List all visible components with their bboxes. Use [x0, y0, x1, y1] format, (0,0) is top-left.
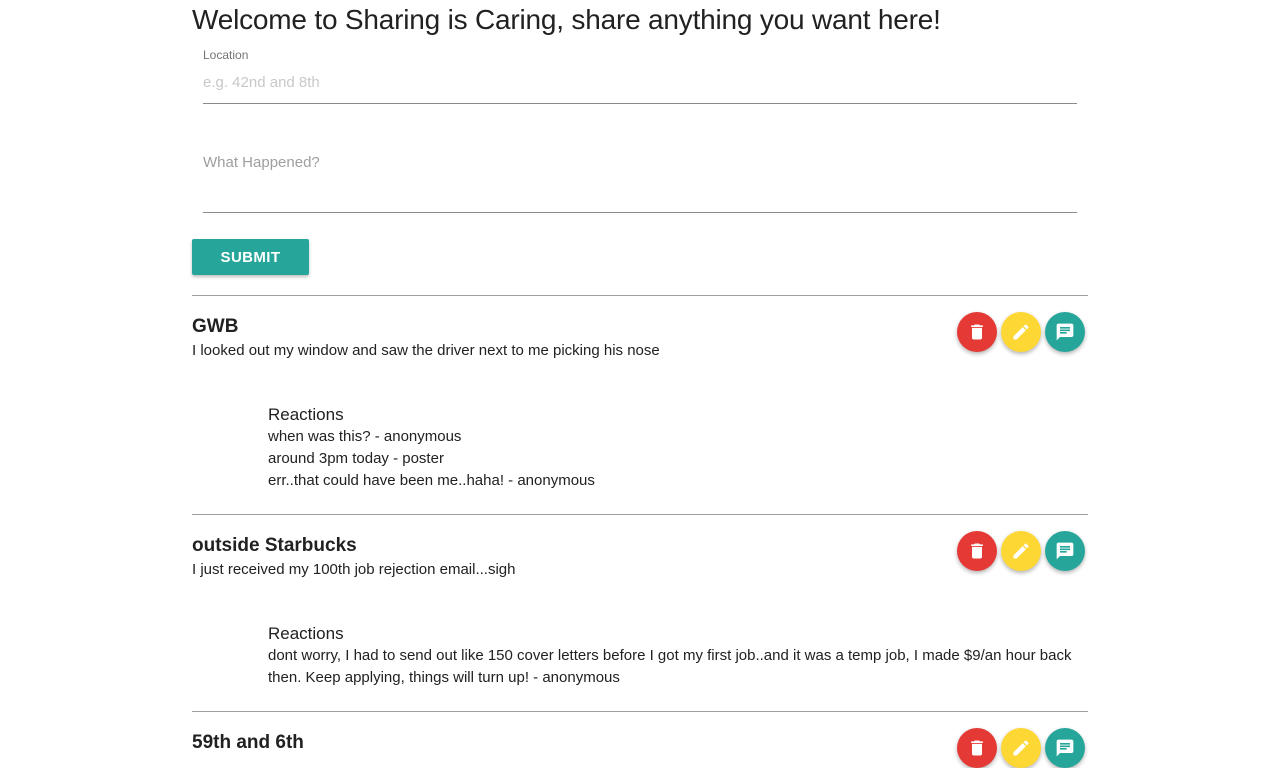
post-actions [957, 531, 1085, 571]
reactions-title: Reactions [268, 624, 344, 643]
reaction-item: err..that could have been me..haha! - an… [268, 472, 595, 489]
comment-button[interactable] [1045, 312, 1085, 352]
comment-icon [1056, 323, 1074, 341]
reaction-item: when was this? - anonymous [268, 428, 462, 445]
reaction-item: around 3pm today - poster [268, 450, 444, 467]
post-location: 59th and 6th [192, 732, 304, 753]
post-location: outside Starbucks [192, 535, 357, 556]
edit-button[interactable] [1001, 728, 1041, 768]
main-container: Welcome to Sharing is Caring, share anyt… [192, 0, 1088, 768]
post-actions [957, 728, 1085, 768]
location-label: Location [203, 48, 249, 62]
comment-button[interactable] [1045, 531, 1085, 571]
delete-button[interactable] [957, 312, 997, 352]
pencil-icon [1013, 543, 1029, 559]
trash-icon [971, 543, 983, 559]
submit-button[interactable]: SUBMIT [192, 239, 309, 275]
pencil-icon [1013, 324, 1029, 340]
what-happened-field [203, 154, 1077, 213]
reactions-section: Reactions dont worry, I had to send out … [268, 623, 1088, 711]
page-title: Welcome to Sharing is Caring, share anyt… [192, 4, 941, 35]
delete-button[interactable] [957, 728, 997, 768]
edit-button[interactable] [1001, 531, 1041, 571]
comment-icon [1056, 739, 1074, 757]
post-location: GWB [192, 316, 239, 337]
comment-icon [1056, 542, 1074, 560]
comment-button[interactable] [1045, 728, 1085, 768]
trash-icon [971, 740, 983, 756]
post: outside Starbucks I just received my 100… [192, 514, 1088, 711]
reaction-item: dont worry, I had to send out like 150 c… [268, 647, 1072, 686]
post-text: I looked out my window and saw the drive… [192, 342, 660, 359]
location-field: Location [203, 48, 1077, 104]
delete-button[interactable] [957, 531, 997, 571]
reactions-title: Reactions [268, 405, 344, 424]
pencil-icon [1013, 740, 1029, 756]
what-happened-input[interactable] [203, 154, 1077, 213]
post-text: I just received my 100th job rejection e… [192, 561, 516, 578]
post: GWB I looked out my window and saw the d… [192, 295, 1088, 514]
trash-icon [971, 324, 983, 340]
post-actions [957, 312, 1085, 352]
reactions-section: Reactions when was this? - anonymous aro… [268, 404, 1088, 514]
edit-button[interactable] [1001, 312, 1041, 352]
post: 59th and 6th [192, 711, 1088, 768]
location-input[interactable] [203, 64, 1077, 104]
